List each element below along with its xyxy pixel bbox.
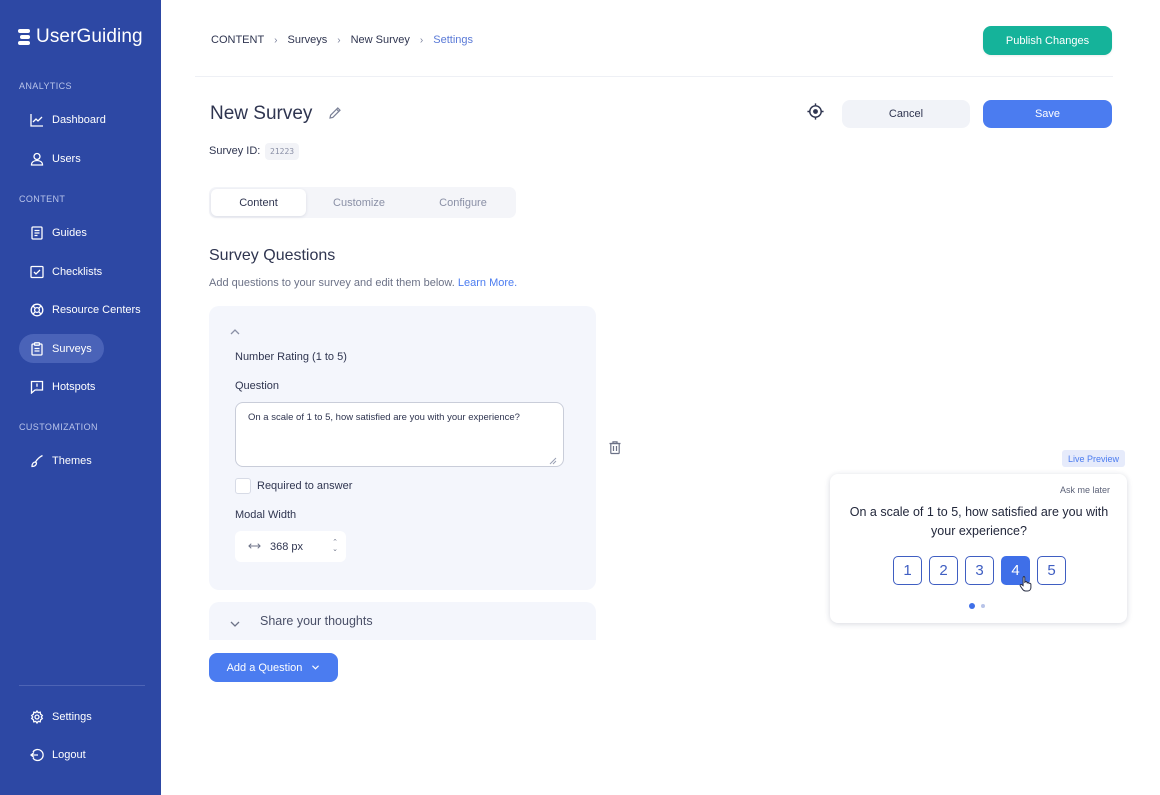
breadcrumb-item-new-survey[interactable]: New Survey	[351, 34, 410, 46]
modal-width-value: 368 px	[270, 540, 304, 553]
description-text: Add questions to your survey and edit th…	[209, 277, 455, 289]
sidebar-item-label: Logout	[52, 748, 86, 761]
add-question-label: Add a Question	[226, 661, 303, 674]
tab-content[interactable]: Content	[211, 189, 306, 216]
crosshair-icon	[806, 102, 825, 126]
stepper-arrows-icon[interactable]: ⌃ ⌄	[332, 539, 338, 553]
width-arrows-icon	[248, 541, 261, 553]
chart-line-icon	[30, 113, 44, 127]
required-checkbox[interactable]	[235, 478, 251, 494]
logout-icon	[30, 748, 44, 762]
user-icon	[30, 152, 44, 166]
resize-handle-icon[interactable]	[549, 452, 557, 465]
sidebar: UserGuiding ANALYTICS Dashboard Users CO…	[0, 0, 161, 795]
sidebar-item-label: Resource Centers	[52, 303, 141, 316]
survey-preview-card	[830, 474, 1127, 623]
section-label-analytics: ANALYTICS	[19, 81, 72, 91]
rating-option-2[interactable]: 2	[929, 556, 958, 585]
modal-width-stepper[interactable]: 368 px ⌃ ⌄	[235, 531, 346, 562]
trash-icon[interactable]	[608, 440, 622, 455]
sidebar-item-label: Checklists	[52, 265, 103, 278]
chevron-down-icon	[311, 662, 320, 674]
header-divider	[195, 76, 1113, 77]
rating-option-5[interactable]: 5	[1037, 556, 1066, 585]
hand-pointer-icon	[1019, 575, 1033, 592]
brand-logo[interactable]: UserGuiding	[18, 26, 143, 48]
gear-icon	[30, 709, 44, 724]
live-preview-badge: Live Preview	[1062, 450, 1126, 467]
modal-width-label: Modal Width	[235, 509, 297, 521]
required-label: Required to answer	[257, 480, 353, 492]
section-title: Survey Questions	[209, 247, 336, 264]
sidebar-item-label: Guides	[52, 226, 87, 239]
section-label-customization: CUSTOMIZATION	[19, 422, 98, 432]
sidebar-item-label: Users	[52, 152, 81, 165]
question-textarea[interactable]: On a scale of 1 to 5, how satisfied are …	[235, 402, 564, 467]
sidebar-item-hotspots[interactable]: Hotspots	[19, 372, 107, 401]
survey-id-value: 21223	[265, 143, 300, 160]
sidebar-item-label: Surveys	[52, 342, 92, 355]
add-question-button[interactable]: Add a Question	[209, 653, 338, 682]
survey-id-label: Survey ID:	[209, 145, 261, 157]
sidebar-item-label: Settings	[52, 710, 92, 723]
page-title: New Survey	[210, 103, 313, 124]
checklist-icon	[30, 265, 44, 279]
sidebar-item-users[interactable]: Users	[19, 144, 93, 173]
target-element-button[interactable]	[802, 101, 828, 127]
chevron-right-icon: ›	[419, 34, 424, 46]
page-dot-active[interactable]	[969, 603, 975, 609]
breadcrumb-item-content[interactable]: CONTENT	[211, 34, 264, 46]
message-alert-icon	[30, 380, 44, 394]
page-dot[interactable]	[981, 604, 985, 608]
sidebar-divider	[19, 685, 145, 686]
breadcrumb-item-settings[interactable]: Settings	[433, 34, 473, 46]
breadcrumb-item-surveys[interactable]: Surveys	[288, 34, 328, 46]
ask-me-later-link[interactable]: Ask me later	[1060, 485, 1110, 495]
section-description: Add questions to your survey and edit th…	[209, 277, 517, 289]
sidebar-item-themes[interactable]: Themes	[19, 446, 104, 475]
lifebuoy-icon	[30, 303, 44, 317]
page-indicator	[969, 603, 985, 609]
tab-customize[interactable]: Customize	[306, 189, 412, 216]
question-type: Share your thoughts	[260, 614, 373, 628]
breadcrumb: CONTENT › Surveys › New Survey › Setting…	[211, 34, 473, 46]
pencil-icon[interactable]	[328, 106, 342, 120]
sidebar-item-checklists[interactable]: Checklists	[19, 257, 114, 286]
sidebar-item-surveys[interactable]: Surveys	[19, 334, 104, 363]
learn-more-link[interactable]: Learn More.	[458, 277, 517, 289]
logo-icon	[18, 26, 30, 48]
sidebar-item-label: Dashboard	[52, 113, 106, 126]
rating-option-3[interactable]: 3	[965, 556, 994, 585]
rating-options: 1 2 3 4 5	[893, 556, 1066, 585]
publish-changes-button[interactable]: Publish Changes	[983, 26, 1112, 55]
preview-question: On a scale of 1 to 5, how satisfied are …	[849, 505, 1109, 538]
chevron-up-icon[interactable]	[228, 325, 242, 337]
sidebar-item-logout[interactable]: Logout	[19, 740, 98, 769]
tab-bar: Content Customize Configure	[209, 187, 516, 218]
sidebar-item-dashboard[interactable]: Dashboard	[19, 105, 118, 134]
save-button[interactable]: Save	[983, 100, 1112, 128]
cancel-button[interactable]: Cancel	[842, 100, 970, 128]
sidebar-item-resource-centers[interactable]: Resource Centers	[19, 295, 153, 324]
chevron-down-icon[interactable]	[229, 616, 241, 627]
brush-icon	[30, 454, 44, 468]
sidebar-item-settings[interactable]: Settings	[19, 702, 104, 731]
brand-name: UserGuiding	[36, 26, 143, 47]
section-label-content: CONTENT	[19, 194, 66, 204]
document-icon	[30, 225, 44, 240]
question-label: Question	[235, 380, 280, 392]
question-type: Number Rating (1 to 5)	[235, 351, 347, 363]
tab-configure[interactable]: Configure	[412, 189, 514, 216]
chevron-right-icon: ›	[337, 34, 341, 46]
chevron-right-icon: ›	[274, 34, 278, 46]
sidebar-item-label: Hotspots	[52, 380, 96, 393]
sidebar-item-guides[interactable]: Guides	[19, 218, 99, 247]
rating-option-1[interactable]: 1	[893, 556, 922, 585]
clipboard-icon	[30, 341, 44, 356]
sidebar-item-label: Themes	[52, 454, 92, 467]
